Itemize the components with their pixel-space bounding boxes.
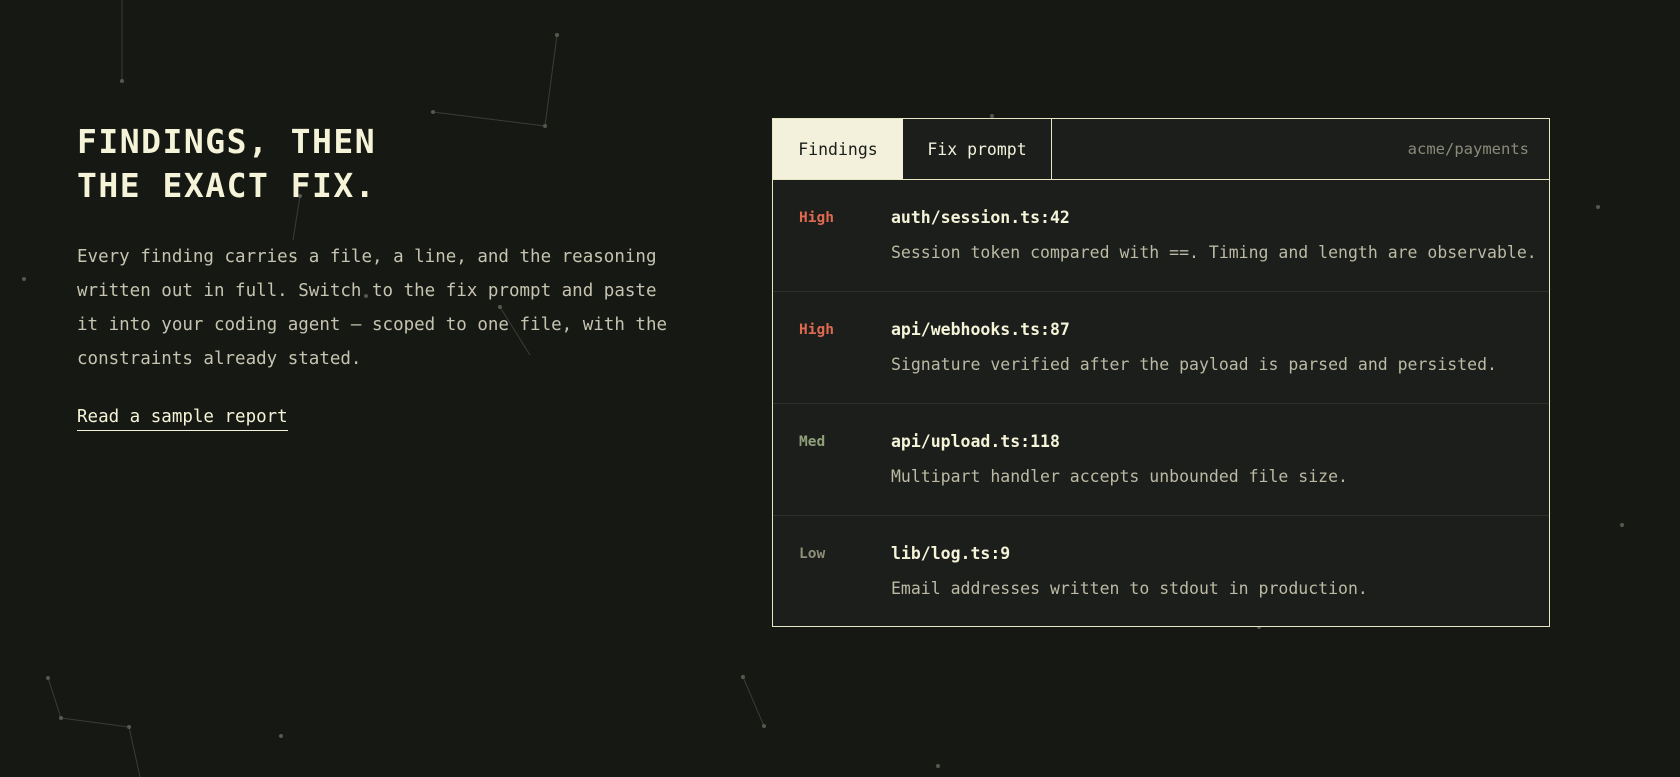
page-title: FINDINGS, THEN THE EXACT FIX. <box>77 120 677 208</box>
finding-message: Session token compared with ==. Timing a… <box>891 243 1537 262</box>
finding-row[interactable]: High api/webhooks.ts:87 Signature verifi… <box>773 292 1549 404</box>
panel-tabs: Findings Fix prompt acme/payments <box>773 119 1549 180</box>
title-line-2: THE EXACT FIX. <box>77 166 377 205</box>
finding-row[interactable]: Low lib/log.ts:9 Email addresses written… <box>773 516 1549 628</box>
findings-panel: Findings Fix prompt acme/payments High a… <box>772 118 1550 627</box>
finding-file: auth/session.ts:42 <box>891 208 1070 227</box>
finding-message: Signature verified after the payload is … <box>891 355 1497 374</box>
tab-fix-prompt[interactable]: Fix prompt <box>903 119 1052 179</box>
repo-name: acme/payments <box>1407 140 1529 158</box>
finding-file: api/webhooks.ts:87 <box>891 320 1070 339</box>
tab-findings[interactable]: Findings <box>773 119 903 179</box>
findings-list: High auth/session.ts:42 Session token co… <box>773 180 1549 628</box>
title-line-1: FINDINGS, THEN <box>77 122 377 161</box>
finding-message: Multipart handler accepts unbounded file… <box>891 467 1348 486</box>
hero-section: FINDINGS, THEN THE EXACT FIX. Every find… <box>77 120 677 431</box>
finding-file: lib/log.ts:9 <box>891 544 1011 563</box>
severity-badge: Low <box>799 546 826 562</box>
read-sample-report-link[interactable]: Read a sample report <box>77 407 288 431</box>
severity-badge: High <box>799 322 834 338</box>
severity-badge: Med <box>799 434 826 450</box>
severity-badge: High <box>799 210 834 226</box>
finding-message: Email addresses written to stdout in pro… <box>891 579 1368 598</box>
finding-file: api/upload.ts:118 <box>891 432 1060 451</box>
hero-description: Every finding carries a file, a line, an… <box>77 247 668 369</box>
finding-row[interactable]: High auth/session.ts:42 Session token co… <box>773 180 1549 292</box>
finding-row[interactable]: Med api/upload.ts:118 Multipart handler … <box>773 404 1549 516</box>
